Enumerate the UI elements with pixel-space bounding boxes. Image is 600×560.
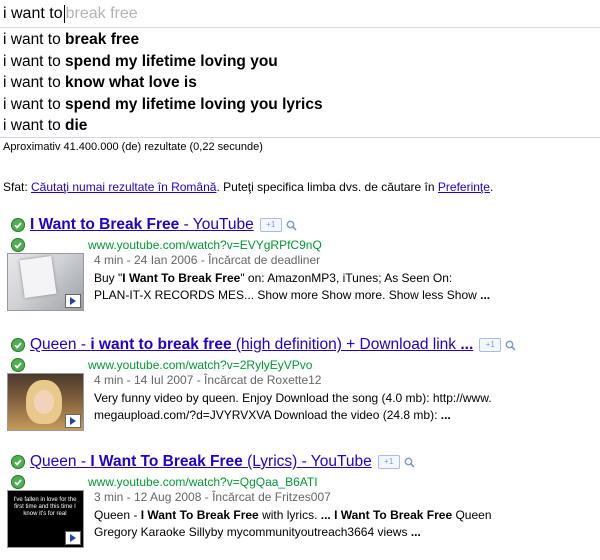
snippet-part: ... xyxy=(480,288,491,302)
result-snippet: Buy "I Want To Break Free" on: AmazonMP3… xyxy=(94,270,490,304)
snippet-part: ... xyxy=(440,408,451,422)
snippet-part: I Want To Break Free xyxy=(122,271,241,285)
search-result: Queen - i want to break free (high defin… xyxy=(0,335,600,443)
title-part: - YouTube xyxy=(179,216,254,233)
title-part: (high definition) + Download link xyxy=(231,336,461,353)
suggestion-prefix: i want to xyxy=(3,74,66,92)
snippet-part: Buy " xyxy=(94,271,123,285)
title-part: Queen - xyxy=(30,336,91,353)
tip-middle: . Puteţi specifica limba dvs. de căutare… xyxy=(216,180,438,194)
suggestion-prefix: i want to xyxy=(3,31,66,48)
check-icon xyxy=(11,218,25,232)
result-meta: 3 min - 12 Aug 2008 - Încărcat de Fritze… xyxy=(94,490,331,504)
suggestion-prefix: i want to xyxy=(3,117,66,135)
suggestion-prefix: i want to xyxy=(3,95,66,113)
result-url: www.youtube.com/watch?v=2RylyEyVPvo xyxy=(88,357,313,372)
search-result: I Want to Break Free - YouTube +1 www.yo… xyxy=(0,215,600,323)
check-icon xyxy=(11,455,25,469)
title-part: i want to break free xyxy=(90,336,232,353)
suggestion-completion: die xyxy=(65,117,88,135)
result-title-link[interactable]: Queen - i want to break free (high defin… xyxy=(30,336,473,354)
result-title-link[interactable]: I Want to Break Free - YouTube xyxy=(30,216,254,234)
snippet-part: I Want To Break Free xyxy=(140,508,259,522)
suggestion-item[interactable]: i want to know what love is xyxy=(0,72,600,94)
snippet-part: " on: AmazonMP3, iTunes; As Seen On: xyxy=(240,271,453,285)
title-part: Queen - xyxy=(30,453,91,470)
video-thumbnail[interactable] xyxy=(7,253,84,311)
language-tip: Sfat: Căutaţi numai rezultate în Română.… xyxy=(3,180,493,194)
check-icon xyxy=(11,237,25,252)
play-icon xyxy=(65,414,81,428)
suggestion-prefix: i want to xyxy=(3,52,66,70)
suggestion-completion: spend my lifetime loving you lyrics xyxy=(65,95,323,113)
play-icon xyxy=(65,531,81,545)
suggestion-item[interactable]: i want to die xyxy=(0,115,600,137)
snippet-part: Very funny video by queen. Enjoy Downloa… xyxy=(94,391,492,405)
check-icon xyxy=(11,357,25,372)
result-url: www.youtube.com/watch?v=QgQaa_B6ATI xyxy=(88,474,318,489)
title-part: (Lyrics) - YouTube xyxy=(242,453,372,470)
suggestion-item[interactable]: i want to spend my lifetime loving you xyxy=(0,51,600,73)
divider xyxy=(0,137,600,138)
snippet-part: with lyrics. xyxy=(258,508,321,522)
search-box[interactable]: i want to break free xyxy=(0,0,600,28)
snippet-part: PLAN-IT-X RECORDS MES... Show more Show … xyxy=(94,288,481,302)
plus-one-button[interactable]: +1 xyxy=(377,455,400,469)
result-url: www.youtube.com/watch?v=EVYgRPfC9nQ xyxy=(88,237,322,252)
suggestion-item[interactable]: i want to spend my lifetime loving you l… xyxy=(0,94,600,116)
magnifier-icon[interactable] xyxy=(404,457,415,468)
suggestion-completion: break free xyxy=(65,31,140,48)
romanian-results-link[interactable]: Căutaţi numai rezultate în Română xyxy=(31,180,216,194)
video-thumbnail[interactable] xyxy=(7,373,84,431)
snippet-part: Queen xyxy=(452,508,492,522)
magnifier-icon[interactable] xyxy=(286,220,297,231)
result-snippet: Very funny video by queen. Enjoy Downloa… xyxy=(94,390,492,424)
check-icon xyxy=(11,474,25,489)
check-icon xyxy=(11,338,25,352)
magnifier-icon[interactable] xyxy=(505,340,516,351)
play-icon xyxy=(65,294,81,308)
snippet-part: ... xyxy=(410,525,421,539)
video-thumbnail[interactable]: I've fallen in love for the first time a… xyxy=(7,490,84,548)
tip-prefix: Sfat: xyxy=(3,180,32,194)
search-result: Queen - I Want To Break Free (Lyrics) - … xyxy=(0,452,600,560)
result-stats: Aproximativ 41.400.000 (de) rezultate (0… xyxy=(3,141,263,153)
search-autocomplete-hint: break free xyxy=(65,4,138,22)
tip-suffix: . xyxy=(489,180,494,194)
title-part: ... xyxy=(460,336,474,353)
result-meta: 4 min - 14 Iul 2007 - Încărcat de Roxett… xyxy=(94,373,322,387)
thumbnail-caption: I've fallen in love for the first time a… xyxy=(13,497,77,517)
plus-one-button[interactable]: +1 xyxy=(259,218,282,232)
snippet-part: ... I Want To Break Free xyxy=(320,508,453,522)
suggestion-item[interactable]: i want to break free xyxy=(0,29,600,51)
preferences-link[interactable]: Preferinţe xyxy=(438,180,490,194)
search-typed-text: i want to xyxy=(3,4,63,22)
result-title-link[interactable]: Queen - I Want To Break Free (Lyrics) - … xyxy=(30,453,372,471)
title-part: I Want to Break Free xyxy=(30,216,180,233)
snippet-part: megaupload.com/?d=JVYRVXVA Download the … xyxy=(94,408,441,422)
snippet-part: Queen - xyxy=(94,508,141,522)
text-caret xyxy=(63,4,65,23)
plus-one-button[interactable]: +1 xyxy=(479,338,502,352)
suggestion-list: i want to break free i want to spend my … xyxy=(0,29,600,137)
suggestion-completion: know what love is xyxy=(65,74,197,92)
title-part: I Want To Break Free xyxy=(90,453,243,470)
result-meta: 4 min - 24 Ian 2006 - Încărcat de deadli… xyxy=(94,253,321,267)
result-snippet: Queen - I Want To Break Free with lyrics… xyxy=(94,507,492,541)
suggestion-completion: spend my lifetime loving you xyxy=(65,52,278,70)
snippet-part: Gregory Karaoke Sillyby mycommunityoutre… xyxy=(94,525,411,539)
